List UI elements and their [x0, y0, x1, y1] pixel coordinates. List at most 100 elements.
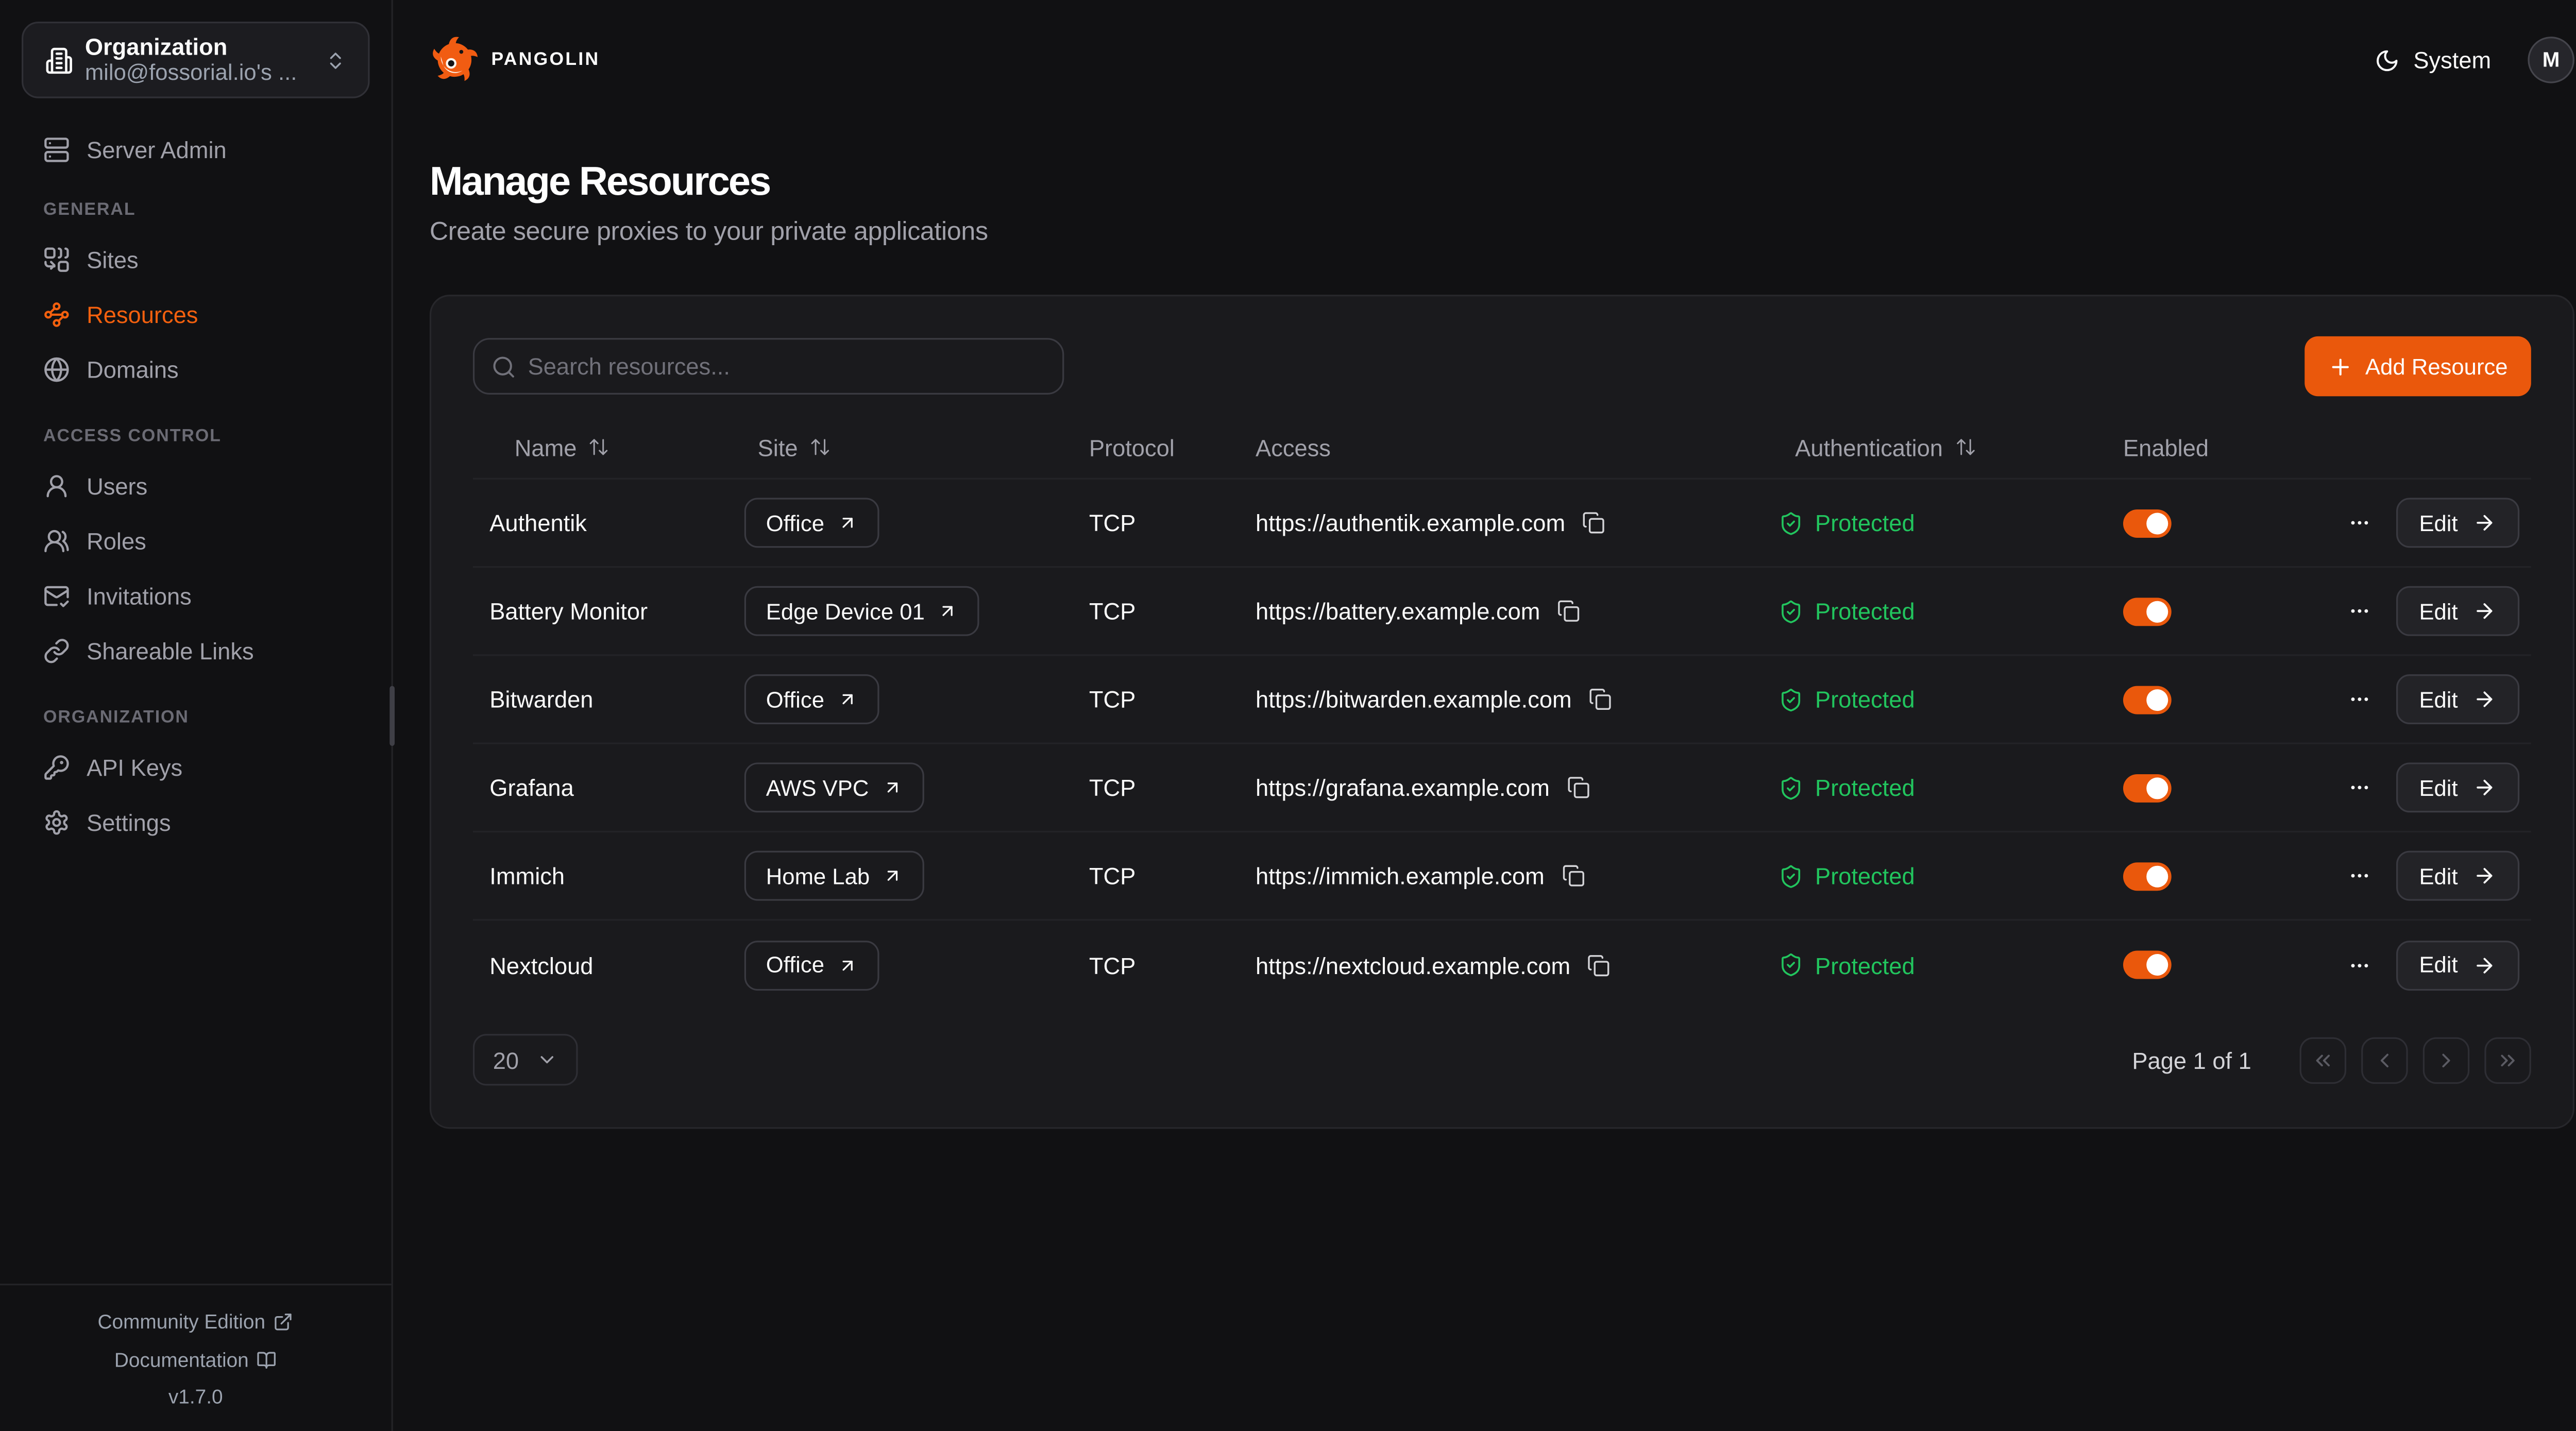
edit-button[interactable]: Edit: [2396, 498, 2519, 548]
site-link-button[interactable]: Office: [744, 940, 879, 990]
column-header-authentication[interactable]: Authentication: [1778, 434, 2103, 461]
sidebar: Organization milo@fossorial.io's ... Ser…: [0, 0, 393, 1431]
resource-name: Immich: [473, 862, 739, 889]
search-box[interactable]: [473, 338, 1064, 395]
edit-button[interactable]: Edit: [2396, 674, 2519, 724]
chevrons-right-icon: [2496, 1048, 2519, 1071]
ellipsis-icon: [2346, 951, 2372, 978]
building-icon: [45, 46, 73, 74]
sidebar-item-server-admin[interactable]: Server Admin: [22, 120, 370, 180]
row-menu-button[interactable]: [2346, 509, 2372, 536]
chevrons-up-down-icon: [325, 49, 346, 71]
column-header-site[interactable]: Site: [739, 434, 1072, 461]
sidebar-item-label: Server Admin: [87, 137, 227, 163]
sidebar-item-api-keys[interactable]: API Keys: [22, 739, 370, 794]
enabled-toggle[interactable]: [2123, 597, 2172, 625]
row-menu-button[interactable]: [2346, 862, 2372, 889]
row-menu-button[interactable]: [2346, 686, 2372, 713]
copy-icon: [1587, 953, 1611, 976]
brand[interactable]: PANGOLIN: [430, 35, 600, 85]
site-link-button[interactable]: Office: [744, 674, 879, 724]
ellipsis-icon: [2346, 774, 2372, 801]
documentation-link[interactable]: Documentation: [0, 1341, 392, 1378]
shield-check-icon: [1778, 775, 1803, 800]
copy-url-button[interactable]: [1588, 688, 1612, 711]
sidebar-item-label: Sites: [87, 246, 139, 272]
column-header-name[interactable]: Name: [473, 434, 739, 461]
copy-url-button[interactable]: [1587, 953, 1611, 976]
chevron-right-icon: [2434, 1048, 2458, 1071]
sidebar-item-shareable-links[interactable]: Shareable Links: [22, 623, 370, 678]
column-header-protocol: Protocol: [1072, 434, 1239, 461]
first-page-button[interactable]: [2300, 1036, 2347, 1083]
add-resource-button[interactable]: Add Resource: [2306, 336, 2531, 396]
page-size-select[interactable]: 20: [473, 1034, 577, 1085]
shield-check-icon: [1778, 687, 1803, 711]
theme-toggle[interactable]: System: [2375, 46, 2491, 73]
version-label: v1.7.0: [0, 1378, 392, 1416]
prev-page-button[interactable]: [2361, 1036, 2408, 1083]
resource-name: Authentik: [473, 509, 739, 536]
sidebar-item-settings[interactable]: Settings: [22, 794, 370, 849]
next-page-button[interactable]: [2423, 1036, 2470, 1083]
user-icon: [43, 472, 70, 499]
access-url: https://nextcloud.example.com: [1256, 951, 1570, 978]
page-title: Manage Resources: [430, 160, 2574, 206]
enabled-toggle[interactable]: [2123, 508, 2172, 537]
copy-url-button[interactable]: [1561, 864, 1584, 887]
arrow-up-right-icon: [838, 955, 858, 975]
resource-protocol: TCP: [1072, 509, 1239, 536]
copy-url-button[interactable]: [1557, 600, 1580, 623]
shield-check-icon: [1778, 510, 1803, 535]
pangolin-logo-icon: [430, 35, 480, 85]
sidebar-item-domains[interactable]: Domains: [22, 342, 370, 397]
search-input[interactable]: [528, 353, 1046, 380]
row-menu-button[interactable]: [2346, 951, 2372, 978]
sidebar-item-users[interactable]: Users: [22, 458, 370, 513]
combine-icon: [43, 246, 70, 272]
site-link-button[interactable]: Home Lab: [744, 851, 925, 901]
waypoints-icon: [43, 300, 70, 327]
column-header-enabled: Enabled: [2103, 434, 2316, 461]
arrow-right-icon: [2473, 776, 2496, 799]
arrow-right-icon: [2473, 864, 2496, 887]
edit-button[interactable]: Edit: [2396, 940, 2519, 990]
resource-protocol: TCP: [1072, 951, 1239, 978]
avatar[interactable]: M: [2528, 37, 2574, 83]
resource-protocol: TCP: [1072, 862, 1239, 889]
gear-icon: [43, 808, 70, 835]
enabled-toggle[interactable]: [2123, 685, 2172, 713]
edit-button[interactable]: Edit: [2396, 586, 2519, 636]
edit-button[interactable]: Edit: [2396, 851, 2519, 901]
org-switcher[interactable]: Organization milo@fossorial.io's ...: [22, 22, 370, 98]
sidebar-item-invitations[interactable]: Invitations: [22, 568, 370, 623]
community-edition-link[interactable]: Community Edition: [0, 1304, 392, 1341]
site-link-button[interactable]: Edge Device 01: [744, 586, 980, 636]
sidebar-item-label: Roles: [87, 527, 146, 554]
edit-button[interactable]: Edit: [2396, 762, 2519, 812]
page-subtitle: Create secure proxies to your private ap…: [430, 218, 2574, 248]
sidebar-resize-handle[interactable]: [389, 686, 395, 746]
copy-url-button[interactable]: [1582, 511, 1605, 534]
copy-url-button[interactable]: [1566, 776, 1589, 799]
enabled-toggle[interactable]: [2123, 862, 2172, 890]
table-row: Grafana AWS VPC TCP https://grafana.exam…: [473, 744, 2531, 832]
theme-label: System: [2413, 46, 2491, 73]
sidebar-item-resources[interactable]: Resources: [22, 286, 370, 342]
sidebar-item-sites[interactable]: Sites: [22, 231, 370, 286]
sidebar-item-roles[interactable]: Roles: [22, 513, 370, 568]
last-page-button[interactable]: [2484, 1036, 2531, 1083]
community-edition-label: Community Edition: [98, 1304, 266, 1341]
plus-icon: [2329, 354, 2353, 379]
section-label-general: GENERAL: [22, 200, 370, 220]
arrow-right-icon: [2473, 953, 2496, 976]
site-link-button[interactable]: Office: [744, 498, 879, 548]
site-link-button[interactable]: AWS VPC: [744, 762, 924, 812]
row-menu-button[interactable]: [2346, 598, 2372, 624]
sidebar-item-label: Resources: [87, 300, 198, 327]
row-menu-button[interactable]: [2346, 774, 2372, 801]
mail-check-icon: [43, 582, 70, 609]
resource-name: Bitwarden: [473, 686, 739, 713]
enabled-toggle[interactable]: [2123, 773, 2172, 802]
enabled-toggle[interactable]: [2123, 951, 2172, 979]
